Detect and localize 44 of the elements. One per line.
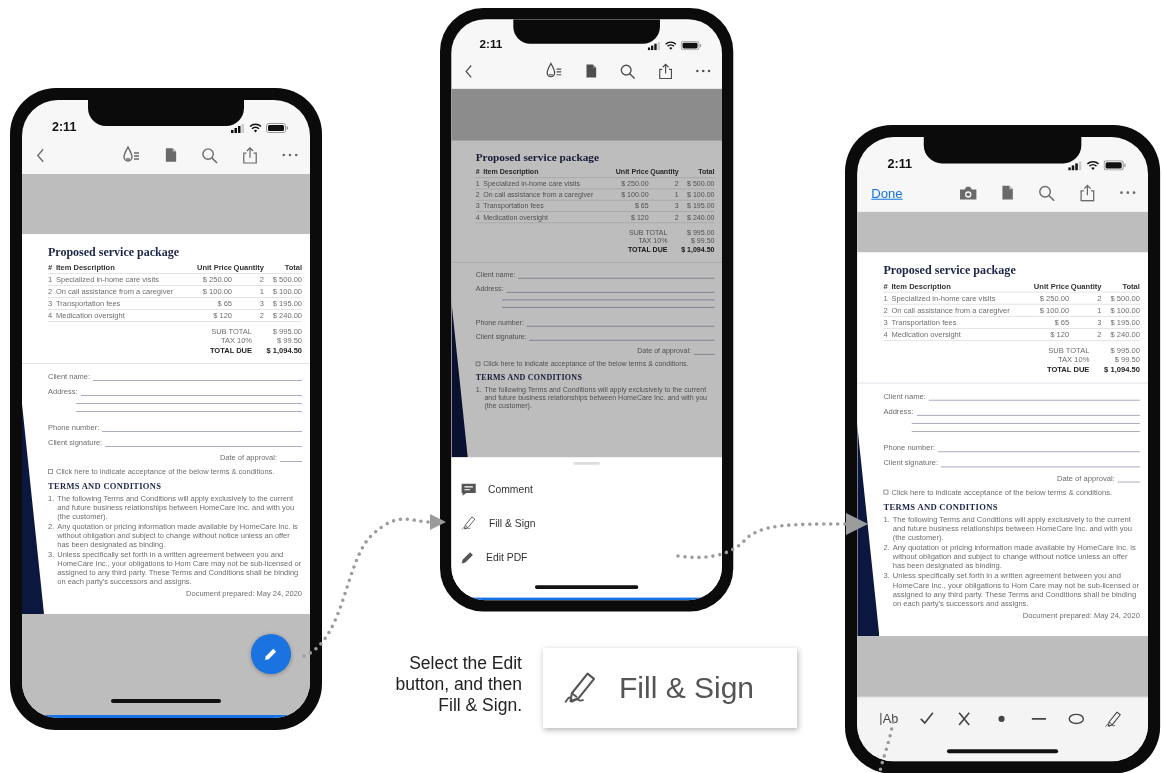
pen-signature-icon [460,515,478,531]
signal-icon [647,41,661,50]
section-heading: TERMS AND CONDITIONS [883,501,999,512]
comment-icon [460,482,477,497]
back-icon[interactable] [36,147,45,163]
share-icon[interactable] [1079,183,1096,202]
wifi-icon [249,123,262,133]
wifi-icon [664,40,677,51]
document-title: Proposed service package [48,246,181,260]
instruction-text: Select the Edit button, and then Fill & Sign. [394,653,522,716]
pencil-icon [264,647,278,661]
status-time: 2:11 [479,38,503,51]
battery-icon [680,40,702,51]
more-icon[interactable] [282,153,298,157]
done-button[interactable]: Done [871,186,903,200]
document-title: Proposed service package [883,264,1017,278]
document-icon[interactable] [585,63,597,79]
droplet-lines-icon[interactable] [121,145,141,165]
signal-icon [1068,160,1083,170]
share-icon[interactable] [658,62,674,80]
back-icon[interactable] [464,63,473,79]
status-time: 2:11 [887,157,912,171]
menu-item[interactable]: Fill & Sign [451,506,722,541]
share-icon[interactable] [242,146,258,164]
checkbox[interactable] [48,468,53,474]
fill-sign-label: Fill & Sign [619,673,755,703]
section-heading: TERMS AND CONDITIONS [48,480,163,491]
document-icon[interactable] [165,147,177,163]
signal-icon [231,123,245,133]
more-icon[interactable] [1119,190,1136,195]
sheet-handle[interactable] [573,462,600,465]
battery-icon [266,123,288,133]
more-icon[interactable] [695,69,711,73]
document-icon[interactable] [1001,184,1014,201]
document-title: Proposed service package [475,151,600,165]
search-icon[interactable] [619,63,636,79]
search-icon[interactable] [201,146,218,164]
menu-item[interactable]: Edit PDF [451,540,722,574]
battery-icon [1103,160,1126,171]
status-time: 2:11 [52,120,77,133]
search-icon[interactable] [1037,184,1056,202]
camera-icon[interactable] [959,185,978,201]
menu-item[interactable]: Comment [451,472,722,507]
wifi-icon [1086,160,1100,171]
